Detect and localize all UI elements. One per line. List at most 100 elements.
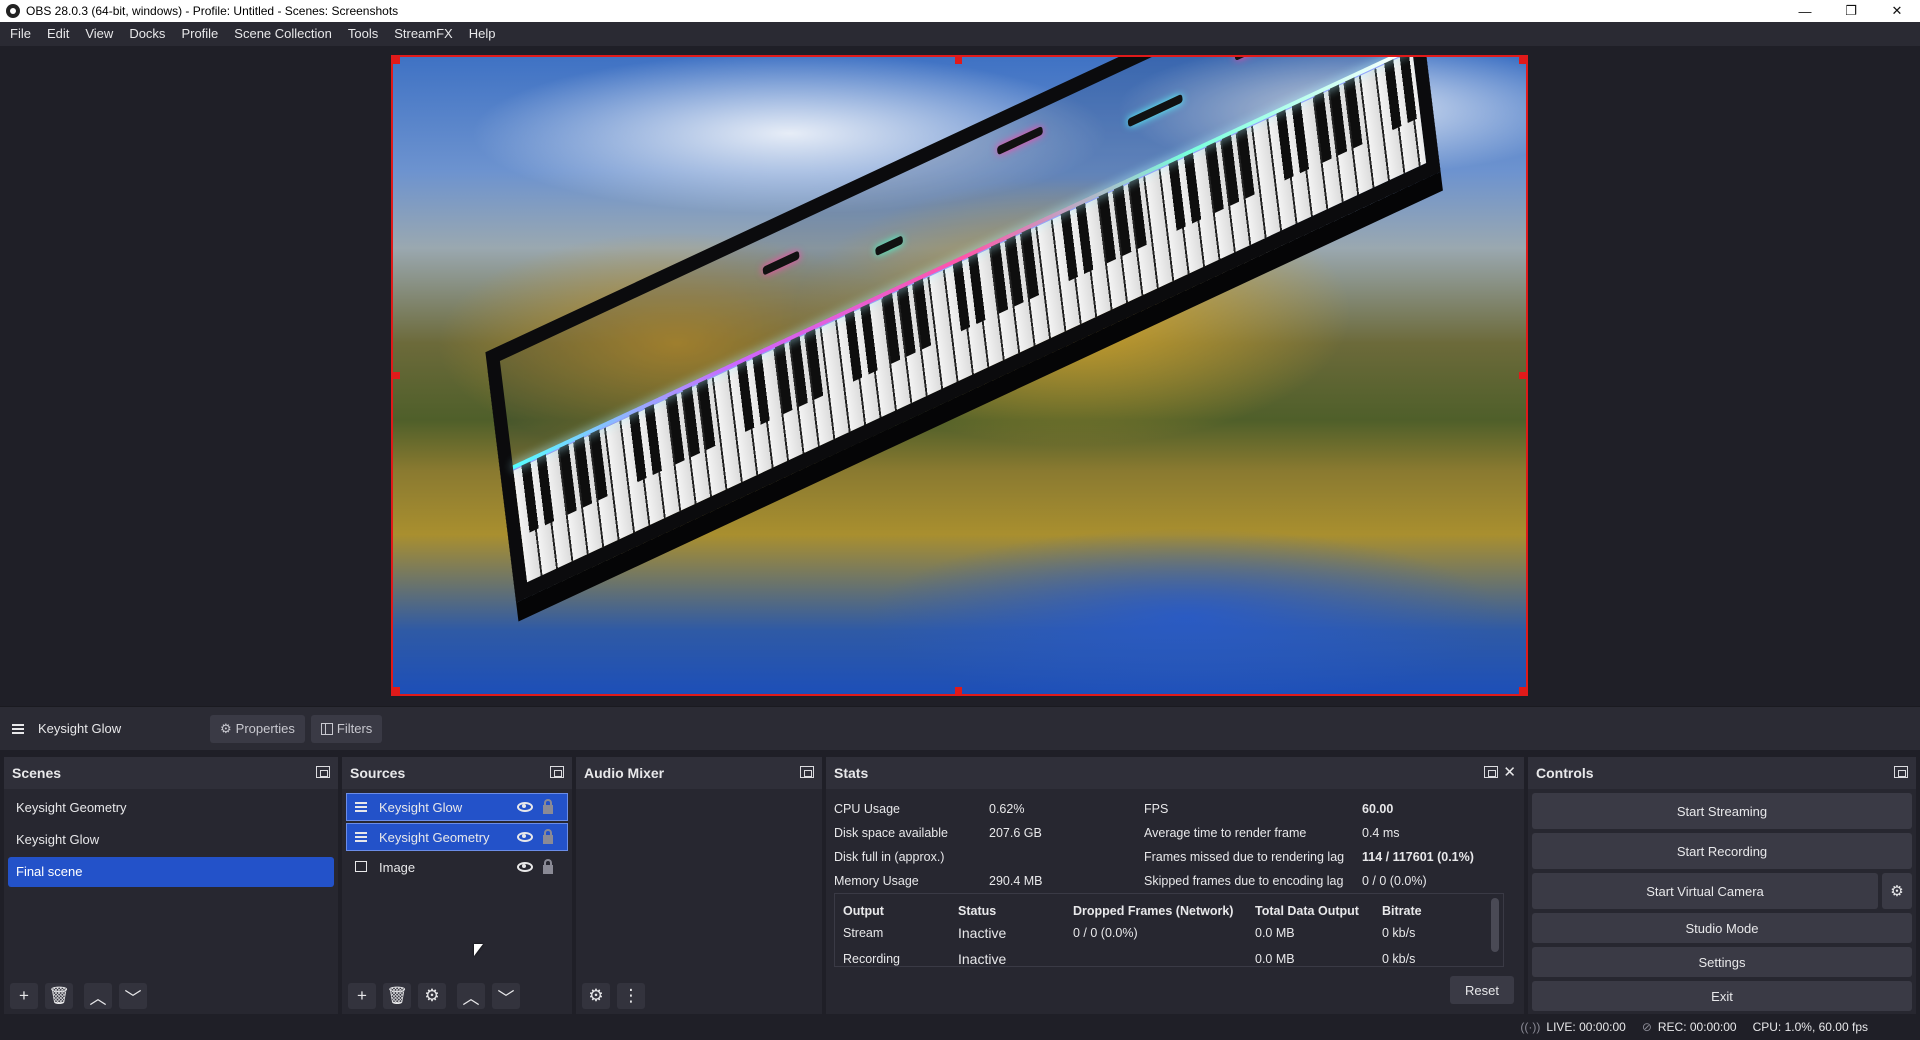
table-cell: Recording bbox=[843, 952, 900, 966]
lock-icon[interactable] bbox=[543, 828, 553, 844]
audio-mixer-title: Audio Mixer bbox=[584, 765, 665, 781]
menu-file[interactable]: File bbox=[2, 22, 39, 46]
stats-dock: Stats ✕ CPU Usage 0.62% FPS 60.00 Disk s… bbox=[826, 757, 1524, 1014]
undock-icon[interactable] bbox=[1894, 766, 1908, 778]
undock-icon[interactable] bbox=[800, 766, 814, 778]
start-streaming-button[interactable]: Start Streaming bbox=[1532, 793, 1912, 829]
stat-value: 60.00 bbox=[1362, 802, 1394, 816]
table-cell: Stream bbox=[843, 926, 884, 940]
settings-button[interactable]: Settings bbox=[1532, 947, 1912, 977]
scene-item[interactable]: Keysight Geometry bbox=[8, 793, 334, 823]
undock-icon[interactable] bbox=[1484, 766, 1498, 778]
audio-mixer-dock: Audio Mixer ⚙ ⋮ bbox=[576, 757, 822, 1014]
restore-button[interactable]: ❐ bbox=[1828, 0, 1874, 22]
undock-icon[interactable] bbox=[550, 766, 564, 778]
cpu-fps: CPU: 1.0%, 60.00 fps bbox=[1752, 1020, 1868, 1034]
record-off-icon: ⊘ bbox=[1641, 1020, 1652, 1034]
remove-source-button[interactable]: 🗑 bbox=[383, 983, 411, 1009]
column-header: Output bbox=[843, 904, 884, 918]
menu-streamfx[interactable]: StreamFX bbox=[386, 22, 461, 46]
source-item[interactable]: Image bbox=[346, 853, 568, 881]
scenes-list: Keysight Geometry Keysight Glow Final sc… bbox=[4, 789, 338, 893]
start-virtual-camera-button[interactable]: Start Virtual Camera bbox=[1532, 873, 1878, 909]
resize-handle[interactable] bbox=[393, 57, 400, 64]
move-scene-up-button[interactable]: ︿ bbox=[84, 983, 112, 1009]
exit-button[interactable]: Exit bbox=[1532, 981, 1912, 1011]
window-title: OBS 28.0.3 (64-bit, windows) - Profile: … bbox=[26, 4, 399, 18]
resize-handle[interactable] bbox=[393, 372, 400, 379]
stat-key: Memory Usage bbox=[834, 874, 919, 888]
start-recording-button[interactable]: Start Recording bbox=[1532, 833, 1912, 869]
table-row: Recording Inactive 0.0 MB 0 kb/s bbox=[843, 946, 1503, 966]
move-scene-down-button[interactable]: ﹀ bbox=[119, 983, 147, 1009]
menu-profile[interactable]: Profile bbox=[173, 22, 226, 46]
lock-icon[interactable] bbox=[543, 858, 553, 874]
sources-dock: Sources Keysight Glow Keysight Geometry … bbox=[342, 757, 572, 1014]
more-options-icon[interactable]: ⋮ bbox=[617, 983, 645, 1009]
reset-button[interactable]: Reset bbox=[1450, 976, 1514, 1004]
column-header: Status bbox=[958, 904, 997, 918]
sources-footer: + 🗑 ⚙ ︿ ﹀ bbox=[342, 978, 572, 1014]
stat-key: CPU Usage bbox=[834, 802, 900, 816]
menu-scene-collection[interactable]: Scene Collection bbox=[226, 22, 340, 46]
column-header: Bitrate bbox=[1382, 904, 1422, 918]
rec-time: REC: 00:00:00 bbox=[1657, 1020, 1737, 1034]
menu-help[interactable]: Help bbox=[461, 22, 504, 46]
filters-label: Filters bbox=[336, 721, 373, 736]
add-scene-button[interactable]: + bbox=[10, 983, 38, 1009]
scene-item[interactable]: Keysight Glow bbox=[8, 825, 334, 855]
piano-keyboard-render bbox=[485, 57, 1441, 603]
virtual-camera-settings-gear-icon[interactable]: ⚙ bbox=[1882, 873, 1912, 909]
column-header: Total Data Output bbox=[1255, 904, 1359, 918]
remove-scene-button[interactable]: 🗑 bbox=[45, 983, 73, 1009]
table-cell: Inactive bbox=[958, 925, 1007, 941]
stat-value: 0 / 0 (0.0%) bbox=[1362, 874, 1427, 888]
eye-icon[interactable] bbox=[517, 832, 533, 842]
menu-edit[interactable]: Edit bbox=[39, 22, 77, 46]
studio-mode-button[interactable]: Studio Mode bbox=[1532, 913, 1912, 943]
audio-mixer-footer: ⚙ ⋮ bbox=[576, 978, 822, 1014]
source-item[interactable]: Keysight Glow bbox=[346, 793, 568, 821]
table-scrollbar[interactable] bbox=[1491, 898, 1499, 952]
close-icon[interactable]: ✕ bbox=[1503, 763, 1516, 781]
menu-tools[interactable]: Tools bbox=[340, 22, 386, 46]
resize-handle[interactable] bbox=[1519, 687, 1526, 694]
preview-area[interactable] bbox=[0, 46, 1920, 706]
resize-handle[interactable] bbox=[393, 687, 400, 694]
controls-dock-header: Controls bbox=[1528, 757, 1916, 789]
filters-button[interactable]: Filters bbox=[310, 714, 383, 743]
stat-value: 290.4 MB bbox=[989, 874, 1043, 888]
cpu-status: CPU: 1.0%, 60.00 fps bbox=[1753, 1020, 1868, 1034]
properties-button[interactable]: ⚙ Properties bbox=[210, 714, 305, 743]
lock-icon[interactable] bbox=[543, 798, 553, 814]
eye-icon[interactable] bbox=[517, 862, 533, 872]
resize-handle[interactable] bbox=[955, 57, 962, 64]
menu-docks[interactable]: Docks bbox=[121, 22, 173, 46]
advanced-audio-properties-button[interactable]: ⚙ bbox=[582, 983, 610, 1009]
undock-icon[interactable] bbox=[316, 766, 330, 778]
eye-icon[interactable] bbox=[517, 802, 533, 812]
stat-key: Average time to render frame bbox=[1144, 826, 1307, 840]
resize-handle[interactable] bbox=[1519, 372, 1526, 379]
stat-value: 0.62% bbox=[989, 802, 1025, 816]
minimize-button[interactable]: — bbox=[1782, 0, 1828, 22]
move-source-up-button[interactable]: ︿ bbox=[457, 983, 485, 1009]
source-item[interactable]: Keysight Geometry bbox=[346, 823, 568, 851]
close-button[interactable]: ✕ bbox=[1874, 0, 1920, 22]
menu-view[interactable]: View bbox=[77, 22, 121, 46]
stat-key: Skipped frames due to encoding lag bbox=[1144, 874, 1344, 888]
scene-preview-canvas[interactable] bbox=[391, 55, 1528, 696]
source-label: Keysight Geometry bbox=[379, 829, 490, 845]
resize-handle[interactable] bbox=[955, 687, 962, 694]
audio-mixer-header: Audio Mixer bbox=[576, 757, 822, 789]
column-header: Dropped Frames (Network) bbox=[1073, 904, 1234, 918]
add-source-button[interactable]: + bbox=[348, 983, 376, 1009]
resize-handle[interactable] bbox=[1519, 57, 1526, 64]
source-properties-button[interactable]: ⚙ bbox=[418, 983, 446, 1009]
stat-row: Disk space available 207.6 GB Average ti… bbox=[834, 821, 1514, 845]
list-icon bbox=[355, 830, 369, 845]
scene-item[interactable]: Final scene bbox=[8, 857, 334, 887]
menu-bar: File Edit View Docks Profile Scene Colle… bbox=[0, 22, 1920, 46]
move-source-down-button[interactable]: ﹀ bbox=[492, 983, 520, 1009]
stat-key: Disk full in (approx.) bbox=[834, 850, 945, 864]
